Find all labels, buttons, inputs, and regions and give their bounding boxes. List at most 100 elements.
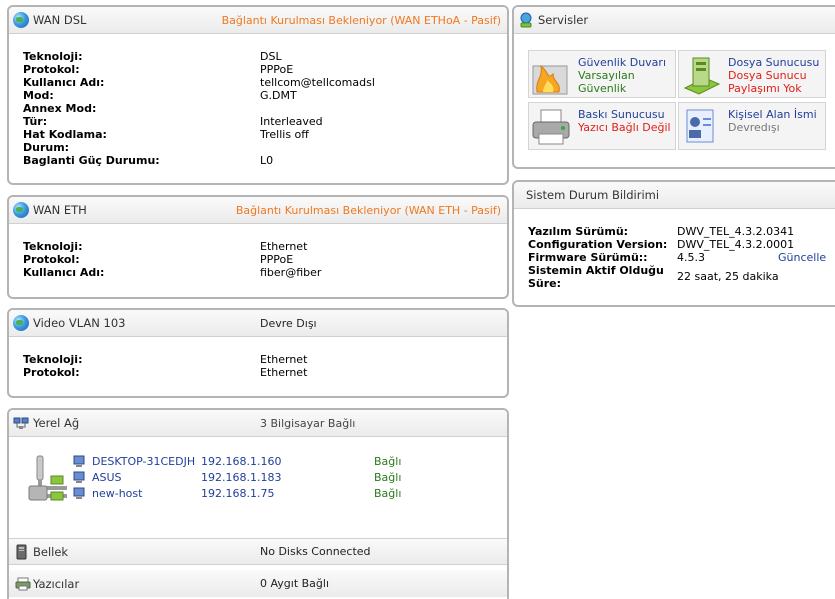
lan-host-row[interactable]: DESKTOP-31CEDJH 192.168.1.160 Bağlı bbox=[73, 454, 503, 470]
dsl-field-label: Durum: bbox=[23, 141, 70, 154]
lan-host-row[interactable]: new-host 192.168.1.75 Bağlı bbox=[73, 486, 503, 502]
wan-eth-details: Teknoloji: Ethernet Protokol: PPPoE Kullanıc… bbox=[23, 240, 503, 279]
dsl-field-label: Hat Kodlama: bbox=[23, 128, 107, 141]
eth-field-label: Protokol: bbox=[23, 253, 80, 266]
config-version-label: Configuration Version: bbox=[528, 238, 668, 251]
lan-host-ip: 192.168.1.75 bbox=[201, 487, 275, 500]
eth-field-value: PPPoE bbox=[260, 253, 294, 266]
wan-dsl-panel: WAN DSL Bağlantı Kurulması Bekleniyor (W… bbox=[7, 5, 509, 185]
lan-panel: Yerel Ağ 3 Bilgisayar Bağlı DESKTOP-31CE… bbox=[7, 408, 509, 599]
dsl-field-value: tellcom@tellcomadsl bbox=[260, 76, 375, 89]
dsl-field-value: L0 bbox=[260, 154, 274, 167]
eth-field-value: Ethernet bbox=[260, 240, 308, 253]
dsl-field-label: Annex Mod: bbox=[23, 102, 97, 115]
service-tile[interactable]: Baskı Sunucusu Yazıcı Bağlı Değil bbox=[528, 102, 676, 150]
service-status-line1: Yazıcı Bağlı Değil bbox=[578, 121, 671, 134]
lan-switch-icon bbox=[27, 454, 75, 504]
wan-eth-status: Bağlantı Kurulması Bekleniyor (WAN ETH -… bbox=[235, 203, 501, 217]
service-tile[interactable]: Kişisel Alan İsmi Devredışı bbox=[678, 102, 826, 150]
dsl-field-label: Baglanti Güç Durumu: bbox=[23, 154, 160, 167]
printers-row[interactable]: Yazıcılar 0 Aygıt Bağlı bbox=[9, 570, 507, 597]
video-vlan-details: Teknoloji: Ethernet Protokol: Ethernet bbox=[23, 353, 503, 379]
service-name: Dosya Sunucusu bbox=[728, 56, 820, 69]
lan-host-state: Bağlı bbox=[374, 471, 402, 484]
storage-row[interactable]: Bellek No Disks Connected bbox=[9, 538, 507, 565]
service-status-line1: Varsayılan bbox=[578, 69, 635, 82]
video-vlan-title: Video VLAN 103 bbox=[33, 316, 126, 330]
storage-status: No Disks Connected bbox=[260, 545, 371, 558]
printers-status: 0 Aygıt Bağlı bbox=[260, 577, 330, 590]
video-vlan-header[interactable]: Video VLAN 103 Devre Dışı bbox=[9, 310, 507, 337]
software-version-label: Yazılım Sürümü: bbox=[528, 225, 629, 238]
config-version-value: DWV_TEL_4.3.2.0001 bbox=[677, 238, 795, 251]
wan-dsl-header[interactable]: WAN DSL Bağlantı Kurulması Bekleniyor (W… bbox=[9, 7, 507, 34]
network-icon bbox=[13, 415, 29, 431]
computer-icon bbox=[73, 487, 87, 500]
file-server-icon bbox=[679, 52, 725, 98]
eth-field-value: fiber@fiber bbox=[260, 266, 322, 279]
firmware-update-link[interactable]: Güncelle bbox=[778, 251, 826, 264]
wan-dsl-title: WAN DSL bbox=[33, 13, 87, 27]
dsl-field-label: Teknoloji: bbox=[23, 50, 83, 63]
dsl-field-value: Trellis off bbox=[260, 128, 309, 141]
dsl-field-label: Protokol: bbox=[23, 63, 80, 76]
dsl-field-value: PPPoE bbox=[260, 63, 294, 76]
system-status-title: Sistem Durum Bildirimi bbox=[526, 188, 660, 202]
dsl-field-label: Tür: bbox=[23, 115, 48, 128]
storage-icon bbox=[15, 544, 31, 560]
lan-host-name: ASUS bbox=[92, 471, 122, 484]
lan-host-name: new-host bbox=[92, 487, 143, 500]
wan-dsl-details: Teknoloji: DSL Protokol: PPPoE Kullanıcı Adı… bbox=[23, 50, 503, 167]
lan-header[interactable]: Yerel Ağ 3 Bilgisayar Bağlı bbox=[9, 410, 507, 437]
uptime-value: 22 saat, 25 dakika bbox=[677, 270, 779, 283]
storage-title: Bellek bbox=[33, 544, 69, 559]
lan-host-state: Bağlı bbox=[374, 455, 402, 468]
software-version-value: DWV_TEL_4.3.2.0341 bbox=[677, 225, 795, 238]
dsl-field-label: Mod: bbox=[23, 89, 54, 102]
video-vlan-panel: Video VLAN 103 Devre Dışı Teknoloji: Ethe… bbox=[7, 308, 509, 398]
uptime-label: Sistemin Aktif Olduğu Süre: bbox=[528, 264, 664, 290]
service-status-line2: Güvenlik bbox=[578, 82, 627, 95]
lan-title: Yerel Ağ bbox=[33, 416, 80, 430]
service-status-line1: Dosya Sunucu bbox=[728, 69, 807, 82]
globe-icon bbox=[13, 12, 29, 28]
printer-small-icon bbox=[15, 576, 31, 592]
service-name: Güvenlik Duvarı bbox=[578, 56, 666, 69]
computer-icon bbox=[73, 455, 87, 468]
wan-eth-header[interactable]: WAN ETH Bağlantı Kurulması Bekleniyor (W… bbox=[9, 197, 507, 224]
personal-domain-icon bbox=[679, 104, 725, 150]
services-panel: Servisler Güvenlik Duvarı Varsayılan Güven… bbox=[512, 5, 835, 169]
vlan-field-label: Protokol: bbox=[23, 366, 80, 379]
dsl-field-value: DSL bbox=[260, 50, 282, 63]
services-icon bbox=[518, 12, 534, 28]
vlan-field-value: Ethernet bbox=[260, 366, 308, 379]
printers-title: Yazıcılar bbox=[33, 576, 80, 591]
service-status-line1: Devredışı bbox=[728, 121, 780, 134]
lan-host-state: Bağlı bbox=[374, 487, 402, 500]
dsl-field-label: Kullanıcı Adı: bbox=[23, 76, 105, 89]
firmware-version-value: 4.5.3 bbox=[677, 251, 705, 264]
service-name: Kişisel Alan İsmi bbox=[728, 108, 817, 121]
system-status-panel: Sistem Durum Bildirimi Yazılım Sürümü: D… bbox=[512, 180, 835, 307]
computer-icon bbox=[73, 471, 87, 484]
system-status-details: Yazılım Sürümü: DWV_TEL_4.3.2.0341 Confi… bbox=[528, 225, 835, 295]
service-tile[interactable]: Güvenlik Duvarı Varsayılan Güvenlik bbox=[528, 50, 676, 98]
video-vlan-status: Devre Dışı bbox=[260, 316, 317, 330]
service-name: Baskı Sunucusu bbox=[578, 108, 665, 121]
service-tile[interactable]: Dosya Sunucusu Dosya Sunucu Paylaşımı Yok bbox=[678, 50, 826, 98]
wan-dsl-status: Bağlantı Kurulması Bekleniyor (WAN ETHoA… bbox=[221, 13, 501, 27]
lan-host-ip: 192.168.1.160 bbox=[201, 455, 282, 468]
vlan-field-label: Teknoloji: bbox=[23, 353, 83, 366]
services-title: Servisler bbox=[538, 13, 589, 27]
printer-icon bbox=[529, 104, 575, 150]
globe-icon bbox=[13, 315, 29, 331]
services-header[interactable]: Servisler bbox=[514, 7, 835, 34]
lan-host-row[interactable]: ASUS 192.168.1.183 Bağlı bbox=[73, 470, 503, 486]
firewall-icon bbox=[529, 52, 575, 98]
wan-eth-panel: WAN ETH Bağlantı Kurulması Bekleniyor (W… bbox=[7, 195, 509, 299]
system-status-header[interactable]: Sistem Durum Bildirimi bbox=[514, 182, 835, 209]
lan-host-name: DESKTOP-31CEDJH bbox=[92, 455, 196, 468]
service-status-line2: Paylaşımı Yok bbox=[728, 82, 802, 95]
eth-field-label: Teknoloji: bbox=[23, 240, 83, 253]
vlan-field-value: Ethernet bbox=[260, 353, 308, 366]
